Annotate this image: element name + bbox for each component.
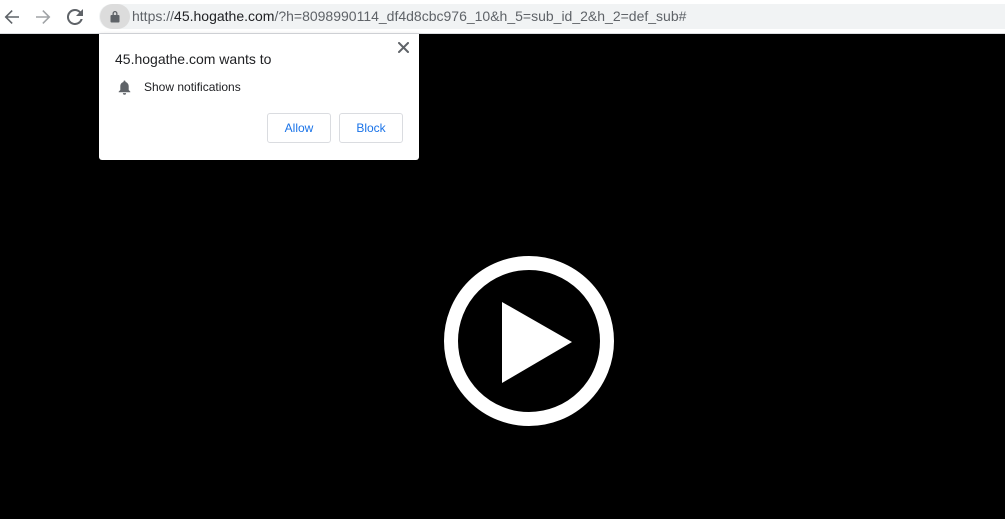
browser-toolbar: https://45.hogathe.com/?h=8098990114_df4… xyxy=(0,0,1005,34)
arrow-left-icon xyxy=(4,10,19,24)
url-scheme: https:// xyxy=(132,8,175,24)
prompt-title: 45.hogathe.com wants to xyxy=(115,51,272,67)
notification-permission-prompt: 45.hogathe.com wants to Show notificatio… xyxy=(99,34,419,160)
close-button[interactable] xyxy=(396,40,410,54)
lock-icon xyxy=(110,11,120,23)
url-host: 45.hogathe.com xyxy=(174,8,275,24)
site-info-button[interactable] xyxy=(100,4,130,29)
url-path: /?h=8098990114_df4d8cbc976_10&h_5=sub_id… xyxy=(274,8,687,24)
browser-window: https://45.hogathe.com/?h=8098990114_df4… xyxy=(0,0,1005,519)
block-button[interactable]: Block xyxy=(339,113,403,143)
play-icon[interactable] xyxy=(443,255,615,427)
bell-icon xyxy=(117,79,131,95)
url-text[interactable]: https://45.hogathe.com/?h=8098990114_df4… xyxy=(132,8,686,25)
back-button[interactable] xyxy=(0,5,24,29)
forward-button[interactable] xyxy=(31,5,55,29)
reload-icon xyxy=(67,9,83,25)
permission-label: Show notifications xyxy=(144,80,241,94)
reload-button[interactable] xyxy=(63,5,87,29)
permission-row: Show notifications xyxy=(117,79,241,95)
close-icon xyxy=(397,41,409,53)
allow-button[interactable]: Allow xyxy=(267,113,331,143)
address-bar[interactable]: https://45.hogathe.com/?h=8098990114_df4… xyxy=(99,4,1005,29)
arrow-right-icon xyxy=(36,10,51,24)
